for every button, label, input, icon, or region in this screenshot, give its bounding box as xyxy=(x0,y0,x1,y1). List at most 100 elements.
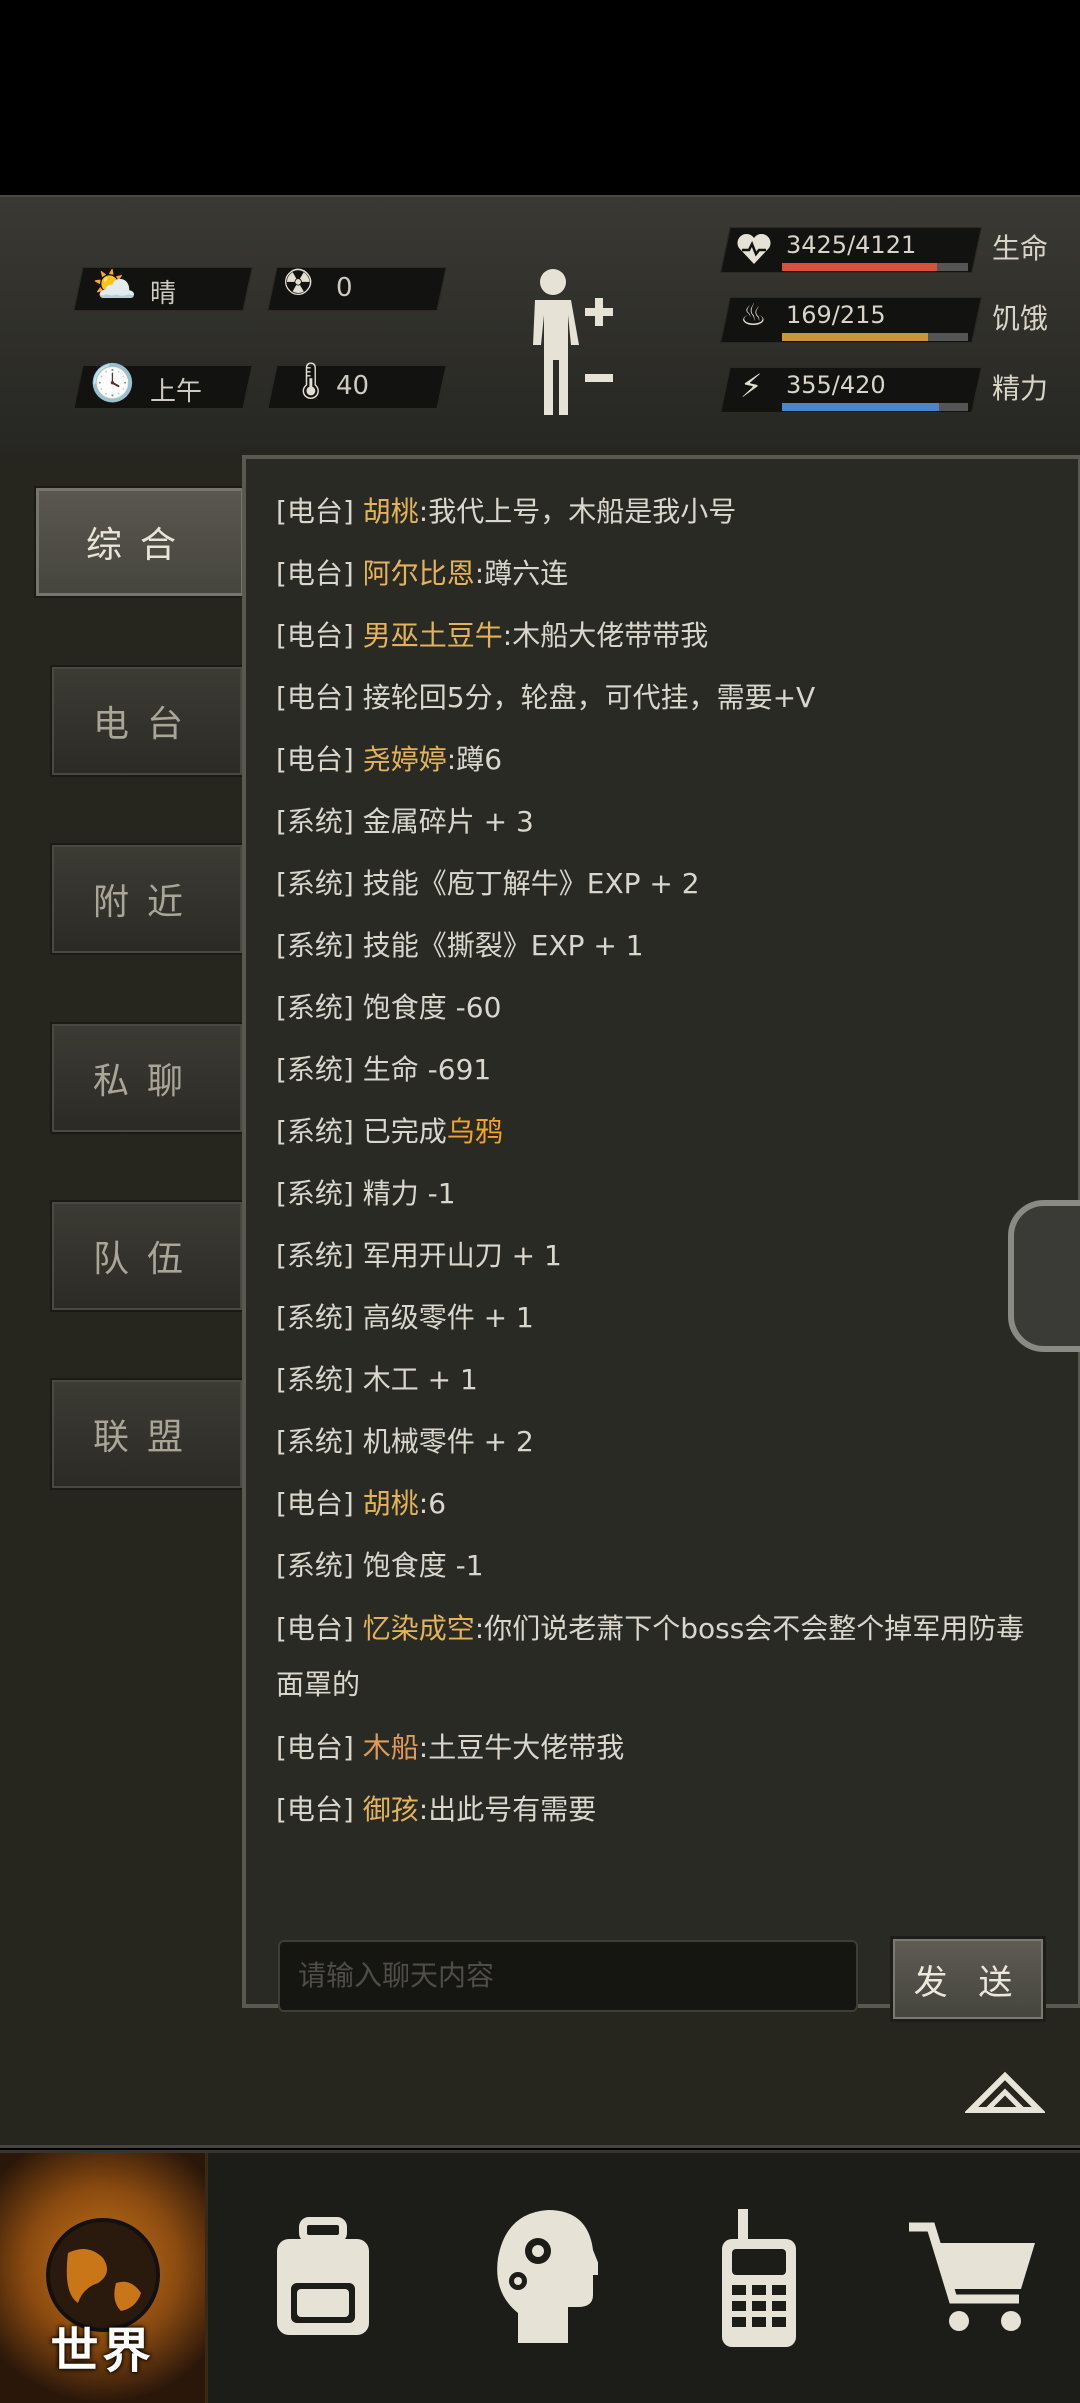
radiation-icon: ☢ xyxy=(282,263,315,304)
chat-message: [电台] 男巫土豆牛:木船大佬带带我 xyxy=(276,605,1046,667)
chat-message: [系统] 技能《撕裂》EXP + 1 xyxy=(276,915,1046,977)
chat-message-text: 生命 -691 xyxy=(353,1053,492,1086)
side-drawer-handle[interactable] xyxy=(1008,1200,1080,1352)
nav-world[interactable]: 世界 xyxy=(0,2153,208,2403)
chat-channel-tag: [系统] xyxy=(276,991,354,1024)
chat-message-text: 精力 -1 xyxy=(353,1177,456,1210)
collapse-chevron-icon[interactable] xyxy=(965,2060,1045,2120)
chat-channel-tag: [电台] xyxy=(276,1612,354,1645)
chat-channel-tag: [电台] xyxy=(276,619,354,652)
chat-message-text: 已完成 xyxy=(353,1115,447,1148)
chat-channel-tag: [电台] xyxy=(276,1487,354,1520)
chat-message: [电台] 木船:土豆牛大佬带我 xyxy=(276,1717,1046,1779)
chat-channel-tag: [系统] xyxy=(276,1363,354,1396)
energy-bar-fill xyxy=(782,403,940,411)
chat-message: [电台] 接轮回5分，轮盘，可代挂，需要+V xyxy=(276,667,1046,729)
nav-world-label: 世界 xyxy=(50,2323,155,2379)
health-bar xyxy=(782,263,968,271)
chat-message-text: 金属碎片 + 3 xyxy=(353,805,534,838)
chat-message: [电台] 御孩:出此号有需要 xyxy=(276,1779,1046,1841)
chat-message: [电台] 忆染成空:你们说老萧下个boss会不会整个掉军用防毒面罩的 xyxy=(276,1597,1046,1717)
chat-input[interactable] xyxy=(278,1940,858,2012)
stomach-icon: ♨ xyxy=(740,298,767,333)
send-button[interactable]: 发 送 xyxy=(890,1936,1046,2022)
chat-message-text: 饱食度 -1 xyxy=(353,1549,484,1582)
chat-channel-tag: [系统] xyxy=(276,1115,354,1148)
chat-channel-tag: [电台] xyxy=(276,1731,354,1764)
chat-message: [系统] 金属碎片 + 3 xyxy=(276,791,1046,853)
head-gears-icon xyxy=(496,2210,598,2343)
status-hud: ⛅ 晴 ☢ 0 🕓 上午 🌡 40 3425/4121 生命 ♨ 169/215… xyxy=(0,195,1080,455)
chat-channel-tag: [系统] xyxy=(276,1549,354,1582)
chat-highlight: 乌鸦 xyxy=(446,1115,503,1148)
nav-shop[interactable] xyxy=(870,2153,1075,2403)
chat-message: [系统] 饱食度 -60 xyxy=(276,977,1046,1039)
chat-message-text: :6 xyxy=(418,1487,447,1520)
chat-message-text: :我代上号，木船是我小号 xyxy=(418,495,737,528)
temperature-value: 40 xyxy=(336,371,370,401)
health-bar-fill xyxy=(782,263,937,271)
chat-channel-tag: [系统] xyxy=(276,1177,354,1210)
weather-text: 晴 xyxy=(150,279,177,309)
chat-message-text: :蹲6 xyxy=(446,743,503,776)
heart-icon xyxy=(737,233,771,264)
body-status-icon[interactable] xyxy=(515,262,625,417)
radiation-value: 0 xyxy=(336,273,353,303)
chat-message-text: :土豆牛大佬带我 xyxy=(418,1731,625,1764)
nav-backpack[interactable] xyxy=(220,2153,425,2403)
energy-bar xyxy=(782,403,968,411)
chat-sender-name[interactable]: 忆染成空 xyxy=(354,1612,475,1645)
chat-message-text: 军用开山刀 + 1 xyxy=(353,1239,562,1272)
health-label: 生命 xyxy=(992,232,1049,265)
chat-message-text: 技能《撕裂》EXP + 1 xyxy=(353,929,644,962)
tab-general[interactable]: 综合 xyxy=(34,486,246,598)
chat-sender-name[interactable]: 胡桃 xyxy=(354,495,419,528)
chat-message-text: 木工 + 1 xyxy=(353,1363,478,1396)
tab-nearby[interactable]: 附近 xyxy=(50,843,244,955)
tab-team[interactable]: 队伍 xyxy=(50,1200,244,1312)
chat-sender-name[interactable]: 御孩 xyxy=(354,1793,419,1826)
energy-head-icon: ⚡ xyxy=(740,367,763,405)
hunger-bar-fill xyxy=(782,333,929,341)
chat-message: [电台] 胡桃:我代上号，木船是我小号 xyxy=(276,481,1046,543)
thermometer-icon: 🌡 xyxy=(288,361,334,402)
chat-sender-name[interactable]: 男巫土豆牛 xyxy=(354,619,503,652)
chat-message-text: :出此号有需要 xyxy=(418,1793,597,1826)
chat-channel-tag: [系统] xyxy=(276,867,354,900)
chat-sender-name[interactable]: 阿尔比恩 xyxy=(354,557,475,590)
chat-message: [系统] 饱食度 -1 xyxy=(276,1535,1046,1597)
health-value: 3425/4121 xyxy=(786,231,917,259)
chat-message: [系统] 精力 -1 xyxy=(276,1163,1046,1225)
chat-sender-name[interactable]: 尧婷婷 xyxy=(354,743,447,776)
walkie-talkie-icon xyxy=(721,2209,796,2347)
chat-channel-tag: [系统] xyxy=(276,1053,354,1086)
chat-channel-tag: [系统] xyxy=(276,1425,354,1458)
shopping-cart-icon xyxy=(908,2222,1035,2331)
chat-sender-name[interactable]: 胡桃 xyxy=(354,1487,419,1520)
chat-message: [电台] 尧婷婷:蹲6 xyxy=(276,729,1046,791)
chat-message: [电台] 胡桃:6 xyxy=(276,1473,1046,1535)
hunger-value: 169/215 xyxy=(786,301,886,329)
chat-channel-tag: [电台] xyxy=(276,1793,354,1826)
nav-radio[interactable] xyxy=(655,2153,860,2403)
chat-message-text: 机械零件 + 2 xyxy=(353,1425,534,1458)
chat-message: [系统] 高级零件 + 1 xyxy=(276,1287,1046,1349)
chat-channel-tag: [电台] xyxy=(276,743,354,776)
tab-alliance[interactable]: 联盟 xyxy=(50,1378,244,1490)
chat-sender-name[interactable]: 木船 xyxy=(354,1731,419,1764)
tab-radio[interactable]: 电台 xyxy=(50,665,244,777)
energy-value: 355/420 xyxy=(786,371,886,399)
chat-message: [系统] 生命 -691 xyxy=(276,1039,1046,1101)
chat-message: [系统] 技能《庖丁解牛》EXP + 2 xyxy=(276,853,1046,915)
nav-skills[interactable] xyxy=(440,2153,645,2403)
chat-message-text: :蹲六连 xyxy=(474,557,569,590)
chat-log[interactable]: [电台] 胡桃:我代上号，木船是我小号 [电台] 阿尔比恩:蹲六连 [电台] 男巫土… xyxy=(276,481,1046,1901)
hunger-bar xyxy=(782,333,968,341)
chat-message: [系统] 木工 + 1 xyxy=(276,1349,1046,1411)
chat-message: [系统] 军用开山刀 + 1 xyxy=(276,1225,1046,1287)
chat-panel: [电台] 胡桃:我代上号，木船是我小号 [电台] 阿尔比恩:蹲六连 [电台] 男巫土… xyxy=(242,455,1080,2008)
chat-channel-tag: [电台] xyxy=(276,557,354,590)
weather-sun-cloud-icon: ⛅ xyxy=(92,265,137,306)
tab-private[interactable]: 私聊 xyxy=(50,1022,244,1134)
chat-message-text: 接轮回5分，轮盘，可代挂，需要+V xyxy=(353,681,816,714)
